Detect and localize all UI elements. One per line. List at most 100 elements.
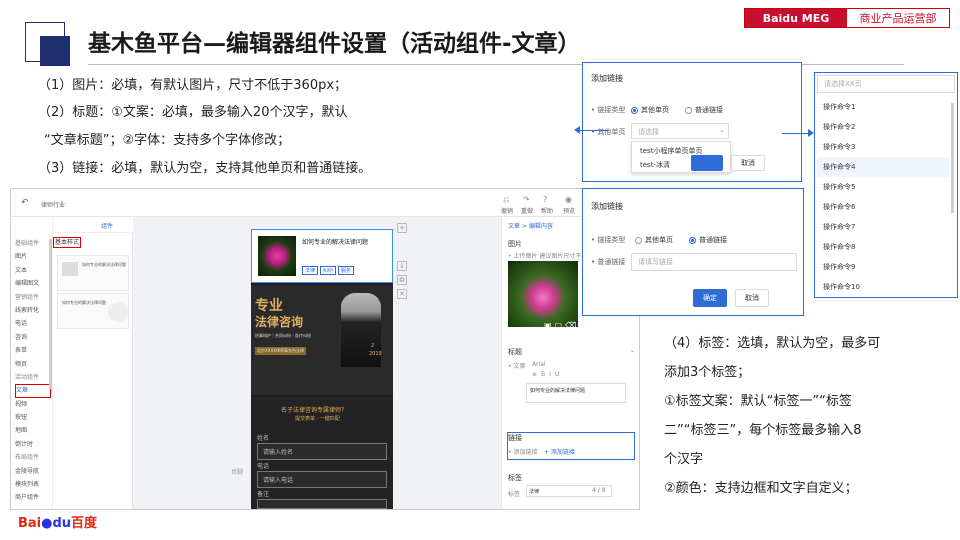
link-highlight xyxy=(507,432,635,460)
rule-tag-1: （4）标签：选填，默认为空，最多可 xyxy=(664,336,881,351)
category-item[interactable]: 金陵导航 xyxy=(15,465,51,478)
font-select[interactable]: Arial xyxy=(532,361,546,368)
rule-link: （3）链接：必填，默认为空，支持其他单页和普通链接。 xyxy=(38,161,372,176)
banner-year-top: 2 xyxy=(371,343,375,349)
panel-breadcrumb[interactable]: 文章 > 编辑内容 xyxy=(508,221,553,230)
radio-normal-link[interactable]: 普通链接 xyxy=(685,105,723,115)
category-item[interactable]: 按钮 xyxy=(15,411,51,424)
name-input[interactable]: 请输入姓名 xyxy=(257,443,387,460)
add-component-icon[interactable]: + xyxy=(397,223,407,233)
page-select-label: • 其他单页 xyxy=(591,128,626,136)
category-item: 活动组件 xyxy=(15,373,40,381)
category-item[interactable]: 表单 xyxy=(15,344,51,357)
toolbar-redo[interactable]: 重做 xyxy=(521,206,533,215)
category-item[interactable]: 视频 xyxy=(15,398,51,411)
page-title: 基木鱼平台—编辑器组件设置（活动组件-文章） xyxy=(88,31,581,57)
editor-screenshot: ↶ 律师行业 撤销 重做 帮助 预览 ⎌ ↷ ? ◉ 模板 组件 基础组件图片文… xyxy=(10,188,640,510)
dropdown-options: 操作命令1 操作命令2 操作命令3 操作命令4 操作命令5 操作命令6 操作命令7 操作命令8… xyxy=(817,97,949,297)
radio-other-page[interactable]: 其他单页 xyxy=(631,105,669,115)
article-tag: 纠纷 xyxy=(320,266,337,275)
tab-components[interactable]: 组件 xyxy=(101,221,113,230)
editor-toolbar: ↶ 律师行业 撤销 重做 帮助 预览 ⎌ ↷ ? ◉ xyxy=(11,189,639,217)
format-icons[interactable]: ≡BIU xyxy=(532,371,563,378)
category-item[interactable]: 文章 xyxy=(15,384,51,398)
department-tag: 商业产品运营部 xyxy=(847,9,949,27)
baidu-logo: Bai●du百度 xyxy=(18,516,98,531)
category-list: 基础组件 图片 文本 编辑图文 营销组件 线索转化 电话 咨询 表单 频页 活动组件 文章 视频 按钮 地图… xyxy=(15,237,51,505)
radio-normal-link[interactable]: 普通链接 xyxy=(689,235,727,245)
category-item[interactable]: 倒计时 xyxy=(15,438,51,451)
form-title: 名子法律咨询专属律师？ xyxy=(281,407,348,414)
category-item[interactable]: 线索转化 xyxy=(15,304,51,317)
ok-button[interactable]: 确定 xyxy=(693,289,727,307)
radio-icon xyxy=(685,106,692,114)
radio-other-page[interactable]: 其他单页 xyxy=(635,235,673,245)
dropdown-option[interactable]: 操作命令2 xyxy=(817,117,949,137)
arrow-line xyxy=(782,133,808,134)
dropdown-option[interactable]: 操作命令5 xyxy=(817,177,949,197)
toolbar-undo[interactable]: 撤销 xyxy=(501,206,513,215)
arrow-line xyxy=(578,130,608,131)
image-preview[interactable] xyxy=(508,261,578,327)
normal-link-label: • 普通链接 xyxy=(591,258,626,266)
sidebar-scrollbar[interactable] xyxy=(49,239,52,389)
phone-input[interactable]: 请输入电话 xyxy=(257,471,387,488)
page-dropdown-select[interactable]: 请选择XX页 xyxy=(817,75,955,93)
category-item[interactable]: 地图 xyxy=(15,424,51,437)
article-tags: 法律 纠纷 服务 xyxy=(302,266,355,275)
collapse-icon[interactable]: ⌄ xyxy=(630,347,635,354)
text-label: • 文案 xyxy=(508,363,526,370)
section-tag: 标签 xyxy=(508,474,522,482)
rule-tag-2: 添加3个标签； xyxy=(664,365,751,380)
dropdown-scrollbar[interactable] xyxy=(951,103,954,213)
extra-input[interactable] xyxy=(257,499,387,509)
toolbar-help[interactable]: 帮助 xyxy=(541,206,553,215)
move-down-icon[interactable]: ↓ xyxy=(397,261,407,271)
category-item[interactable]: 商户组件 xyxy=(15,491,51,504)
dropdown-option[interactable]: 操作命令3 xyxy=(817,137,949,157)
banner-line1: 专业 xyxy=(255,298,283,314)
dropdown-option[interactable]: 操作命令8 xyxy=(817,237,949,257)
dropdown-option[interactable]: 操作命令10 xyxy=(817,277,949,297)
dropdown-option[interactable]: 操作命令7 xyxy=(817,217,949,237)
article-component[interactable]: 如何专业的解决法律问题 法律 纠纷 服务 xyxy=(251,229,393,283)
link-input[interactable]: 请填写链接 xyxy=(631,253,797,271)
dropdown-option[interactable]: 操作命令6 xyxy=(817,197,949,217)
cancel-button[interactable]: 取消 xyxy=(735,289,769,307)
style-option-1[interactable]: 如何专业的解决法律问题 xyxy=(57,255,129,291)
preview-icon: ◉ xyxy=(565,195,572,204)
image-hint: • 上传图片 建议图片尺寸不小于 xyxy=(508,253,594,260)
dropdown-option[interactable]: 操作命令4 xyxy=(817,157,949,177)
dropdown-option[interactable]: 操作命令9 xyxy=(817,257,949,277)
industry-label: 律师行业 xyxy=(41,202,66,209)
rule-tag-6: ②颜色：支持边框和文字自定义； xyxy=(664,481,858,496)
ok-button-partial[interactable] xyxy=(691,155,723,171)
style-option-2[interactable]: 如何专业的解决法律问题 xyxy=(57,293,129,329)
form-name-label: 姓名 xyxy=(257,435,270,442)
cancel-button[interactable]: 取消 xyxy=(731,155,765,171)
undo-icon[interactable]: ↶ xyxy=(21,198,29,208)
image-action-icons[interactable]: ▣▢⌫ xyxy=(544,321,579,330)
category-item[interactable]: 编辑图文 xyxy=(15,277,51,290)
category-item[interactable]: 文本 xyxy=(15,264,51,277)
copy-icon[interactable]: ⧉ xyxy=(397,275,407,285)
radio-icon xyxy=(689,236,696,244)
banner-line2: 法律咨询 xyxy=(255,315,304,329)
style-label: 基本样式 xyxy=(53,237,81,248)
delete-icon[interactable]: ✕ xyxy=(397,289,407,299)
page-option[interactable]: test-冰清 xyxy=(640,160,670,170)
category-item[interactable]: 图片 xyxy=(15,250,51,263)
category-item[interactable]: 电话 xyxy=(15,317,51,330)
consult-form: 名子法律咨询专属律师？ 提交表单 · 一键匹配 姓名 请输入姓名 电话 请输入电… xyxy=(251,397,393,509)
rule-tag-3: ①标签文案：默认“标签一”“标签 xyxy=(664,394,852,409)
title-textarea[interactable]: 如何专业的解决法律问题 xyxy=(526,383,626,403)
dropdown-option[interactable]: 操作命令1 xyxy=(817,97,949,117)
category-item: 基础组件 xyxy=(15,240,40,247)
lawyer-banner: 专业 法律咨询 刑事辩护｜合同纠纷｜医疗纠纷 2 2019 北京XXXX律师事务… xyxy=(251,285,393,395)
page-select[interactable]: 请选择 xyxy=(631,123,729,139)
category-item[interactable]: 频页 xyxy=(15,358,51,371)
category-item[interactable]: 咨询 xyxy=(15,331,51,344)
category-item[interactable]: 模块列表 xyxy=(15,478,51,491)
tag-counter: 4 / 8 xyxy=(592,487,606,494)
toolbar-preview[interactable]: 预览 xyxy=(563,206,575,215)
